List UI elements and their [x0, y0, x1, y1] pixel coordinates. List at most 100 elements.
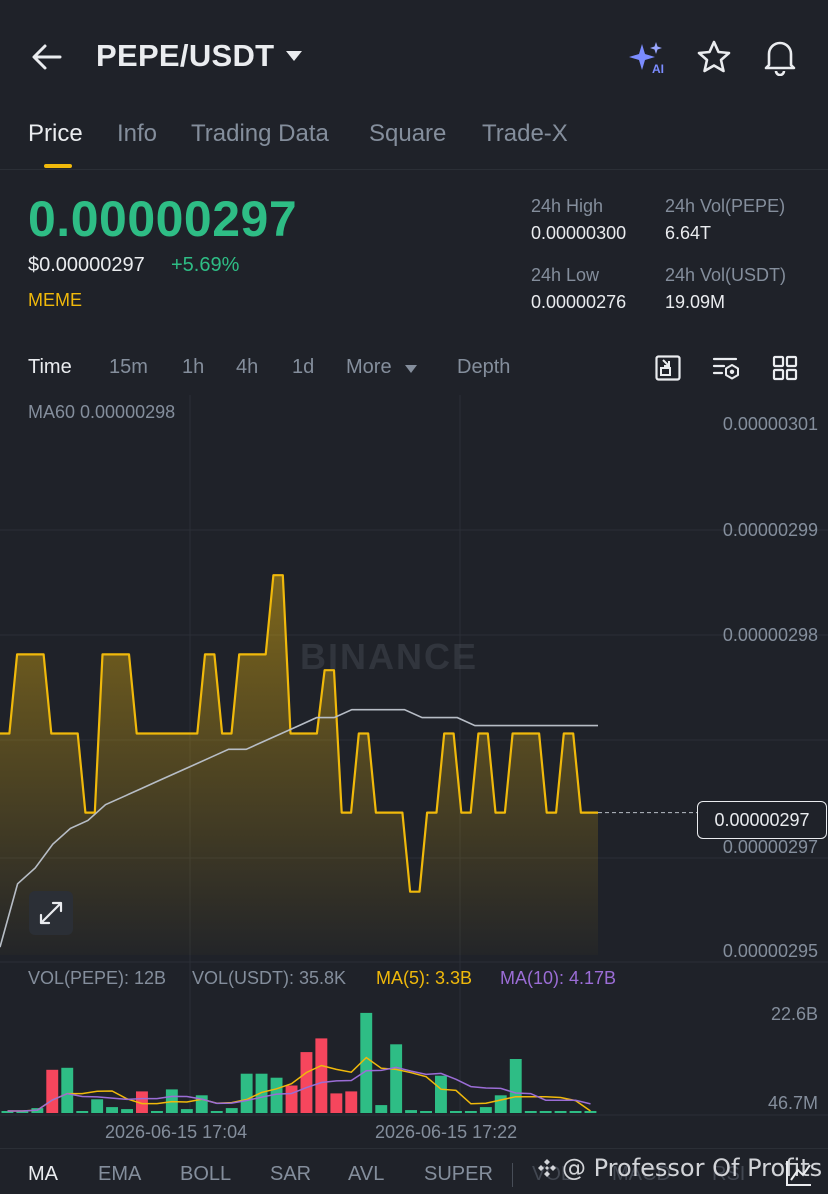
- grid-layout-icon[interactable]: [771, 354, 799, 382]
- vol-y-top: 22.6B: [770, 1004, 818, 1024]
- volume-bar: [569, 1111, 582, 1113]
- active-tab-indicator: [44, 164, 72, 168]
- ai-sparkle-icon[interactable]: AI: [628, 40, 668, 76]
- volume-bar: [210, 1111, 223, 1113]
- volume-bar: [151, 1111, 163, 1113]
- time-axis-label: 2026-06-15 17:22: [375, 1122, 518, 1142]
- category-tag[interactable]: MEME: [28, 290, 82, 311]
- high-value: 0.00000300: [531, 223, 627, 243]
- price-area-fill: [0, 575, 598, 955]
- price-change-percent: +5.69%: [171, 254, 240, 276]
- volume-bar: [360, 1012, 373, 1113]
- volume-bar: [61, 1067, 74, 1113]
- volume-bar: [76, 1111, 89, 1113]
- interval-4h[interactable]: 4h: [236, 356, 258, 379]
- chart-settings-icon[interactable]: [712, 354, 740, 382]
- volume-bar: [479, 1107, 492, 1113]
- expand-icon: [39, 901, 63, 925]
- volume-bar: [584, 1111, 597, 1113]
- price-chart[interactable]: [0, 395, 828, 1148]
- current-price-marker[interactable]: 0.00000297: [697, 801, 827, 839]
- star-icon[interactable]: [696, 39, 732, 75]
- indicator-ma[interactable]: MA: [28, 1163, 58, 1186]
- interval-more[interactable]: More: [346, 356, 392, 379]
- interval-bar: Time 15m 1h 4h 1d More Depth: [0, 342, 828, 394]
- low-value: 0.00000276: [531, 292, 627, 312]
- volume-bar: [464, 1111, 477, 1113]
- y-axis-label: 0.00000297: [722, 837, 818, 857]
- indicator-sar[interactable]: SAR: [270, 1163, 311, 1186]
- last-price: 0.00000297: [28, 191, 298, 247]
- tab-trading-data[interactable]: Trading Data: [191, 120, 329, 148]
- volume-bar: [435, 1075, 447, 1113]
- chart-window-icon[interactable]: [654, 354, 682, 382]
- volume-bar: [315, 1038, 328, 1113]
- volume-bar: [390, 1044, 403, 1113]
- vol-base-legend: VOL(PEPE): 12B: [28, 968, 167, 988]
- bell-icon[interactable]: [762, 38, 798, 76]
- indicator-ema[interactable]: EMA: [98, 1163, 141, 1186]
- y-axis-label: 0.00000299: [722, 520, 818, 540]
- interval-time[interactable]: Time: [28, 356, 72, 379]
- vol-base-value: 6.64T: [665, 223, 712, 243]
- volume-bar: [106, 1107, 118, 1113]
- vol-ma10-legend: MA(10): 4.17B: [500, 968, 617, 988]
- volume-bar: [91, 1099, 104, 1113]
- indicator-avl[interactable]: AVL: [348, 1163, 384, 1186]
- y-axis-label: 0.00000298: [722, 625, 818, 645]
- high-label: 24h High: [531, 196, 604, 216]
- vol-base-label: 24h Vol(PEPE): [665, 196, 786, 216]
- volume-bar: [375, 1105, 388, 1113]
- vol-quote-value: 19.09M: [665, 292, 726, 312]
- volume-bar: [509, 1059, 522, 1113]
- watermark-logo: BINANCE: [300, 636, 479, 677]
- volume-bar: [285, 1085, 298, 1113]
- chevron-down-icon[interactable]: [286, 51, 302, 61]
- vol-ma5-legend: MA(5): 3.3B: [376, 968, 473, 988]
- tab-trade-x[interactable]: Trade-X: [482, 120, 568, 148]
- ma60-legend: MA60 0.00000298: [28, 402, 176, 422]
- volume-bar: [494, 1095, 507, 1113]
- credit-watermark: @ Professor Of Profits: [536, 1154, 822, 1182]
- svg-text:AI: AI: [652, 62, 664, 76]
- volume-bar: [420, 1111, 432, 1113]
- usd-price: $0.00000297: [28, 254, 145, 276]
- tab-price[interactable]: Price: [28, 120, 83, 148]
- volume-bar: [180, 1109, 193, 1113]
- volume-bar: [330, 1093, 343, 1113]
- interval-1h[interactable]: 1h: [182, 356, 204, 379]
- chart-trend-icon[interactable]: [784, 1158, 814, 1188]
- vol-y-bottom: 46.7M: [767, 1093, 818, 1113]
- volume-bar: [539, 1111, 552, 1113]
- volume-bar: [240, 1073, 253, 1113]
- fullscreen-button[interactable]: [29, 891, 73, 935]
- y-axis-label: 0.00000301: [722, 414, 818, 434]
- indicator-boll[interactable]: BOLL: [180, 1163, 231, 1186]
- volume-bar: [554, 1111, 567, 1113]
- y-axis-label: 0.00000295: [722, 941, 818, 961]
- pair-title[interactable]: PEPE/USDT: [96, 38, 274, 74]
- interval-1d[interactable]: 1d: [292, 356, 314, 379]
- divider: [512, 1163, 513, 1187]
- volume-bar: [300, 1052, 313, 1113]
- depth-tab[interactable]: Depth: [457, 356, 510, 379]
- low-label: 24h Low: [531, 265, 600, 285]
- tab-square[interactable]: Square: [369, 120, 446, 148]
- interval-15m[interactable]: 15m: [109, 356, 148, 379]
- chevron-down-icon[interactable]: [405, 365, 417, 373]
- indicator-super[interactable]: SUPER: [424, 1163, 493, 1186]
- time-axis-label: 2026-06-15 17:04: [105, 1122, 248, 1142]
- volume-bar: [450, 1111, 462, 1113]
- tab-info[interactable]: Info: [117, 120, 157, 148]
- tab-bar: Price Info Trading Data Square Trade-X: [0, 110, 828, 170]
- volume-bar: [121, 1109, 133, 1113]
- vol-quote-label: 24h Vol(USDT): [665, 265, 787, 285]
- volume-bar: [225, 1108, 238, 1113]
- volume-bar: [524, 1111, 537, 1113]
- top-bar: PEPE/USDT AI: [0, 0, 828, 110]
- back-arrow-icon[interactable]: [30, 40, 64, 74]
- binance-logo-icon: [538, 1159, 556, 1177]
- volume-bar: [46, 1069, 59, 1113]
- vol-quote-legend: VOL(USDT): 35.8K: [192, 968, 347, 988]
- volume-bar: [345, 1091, 358, 1113]
